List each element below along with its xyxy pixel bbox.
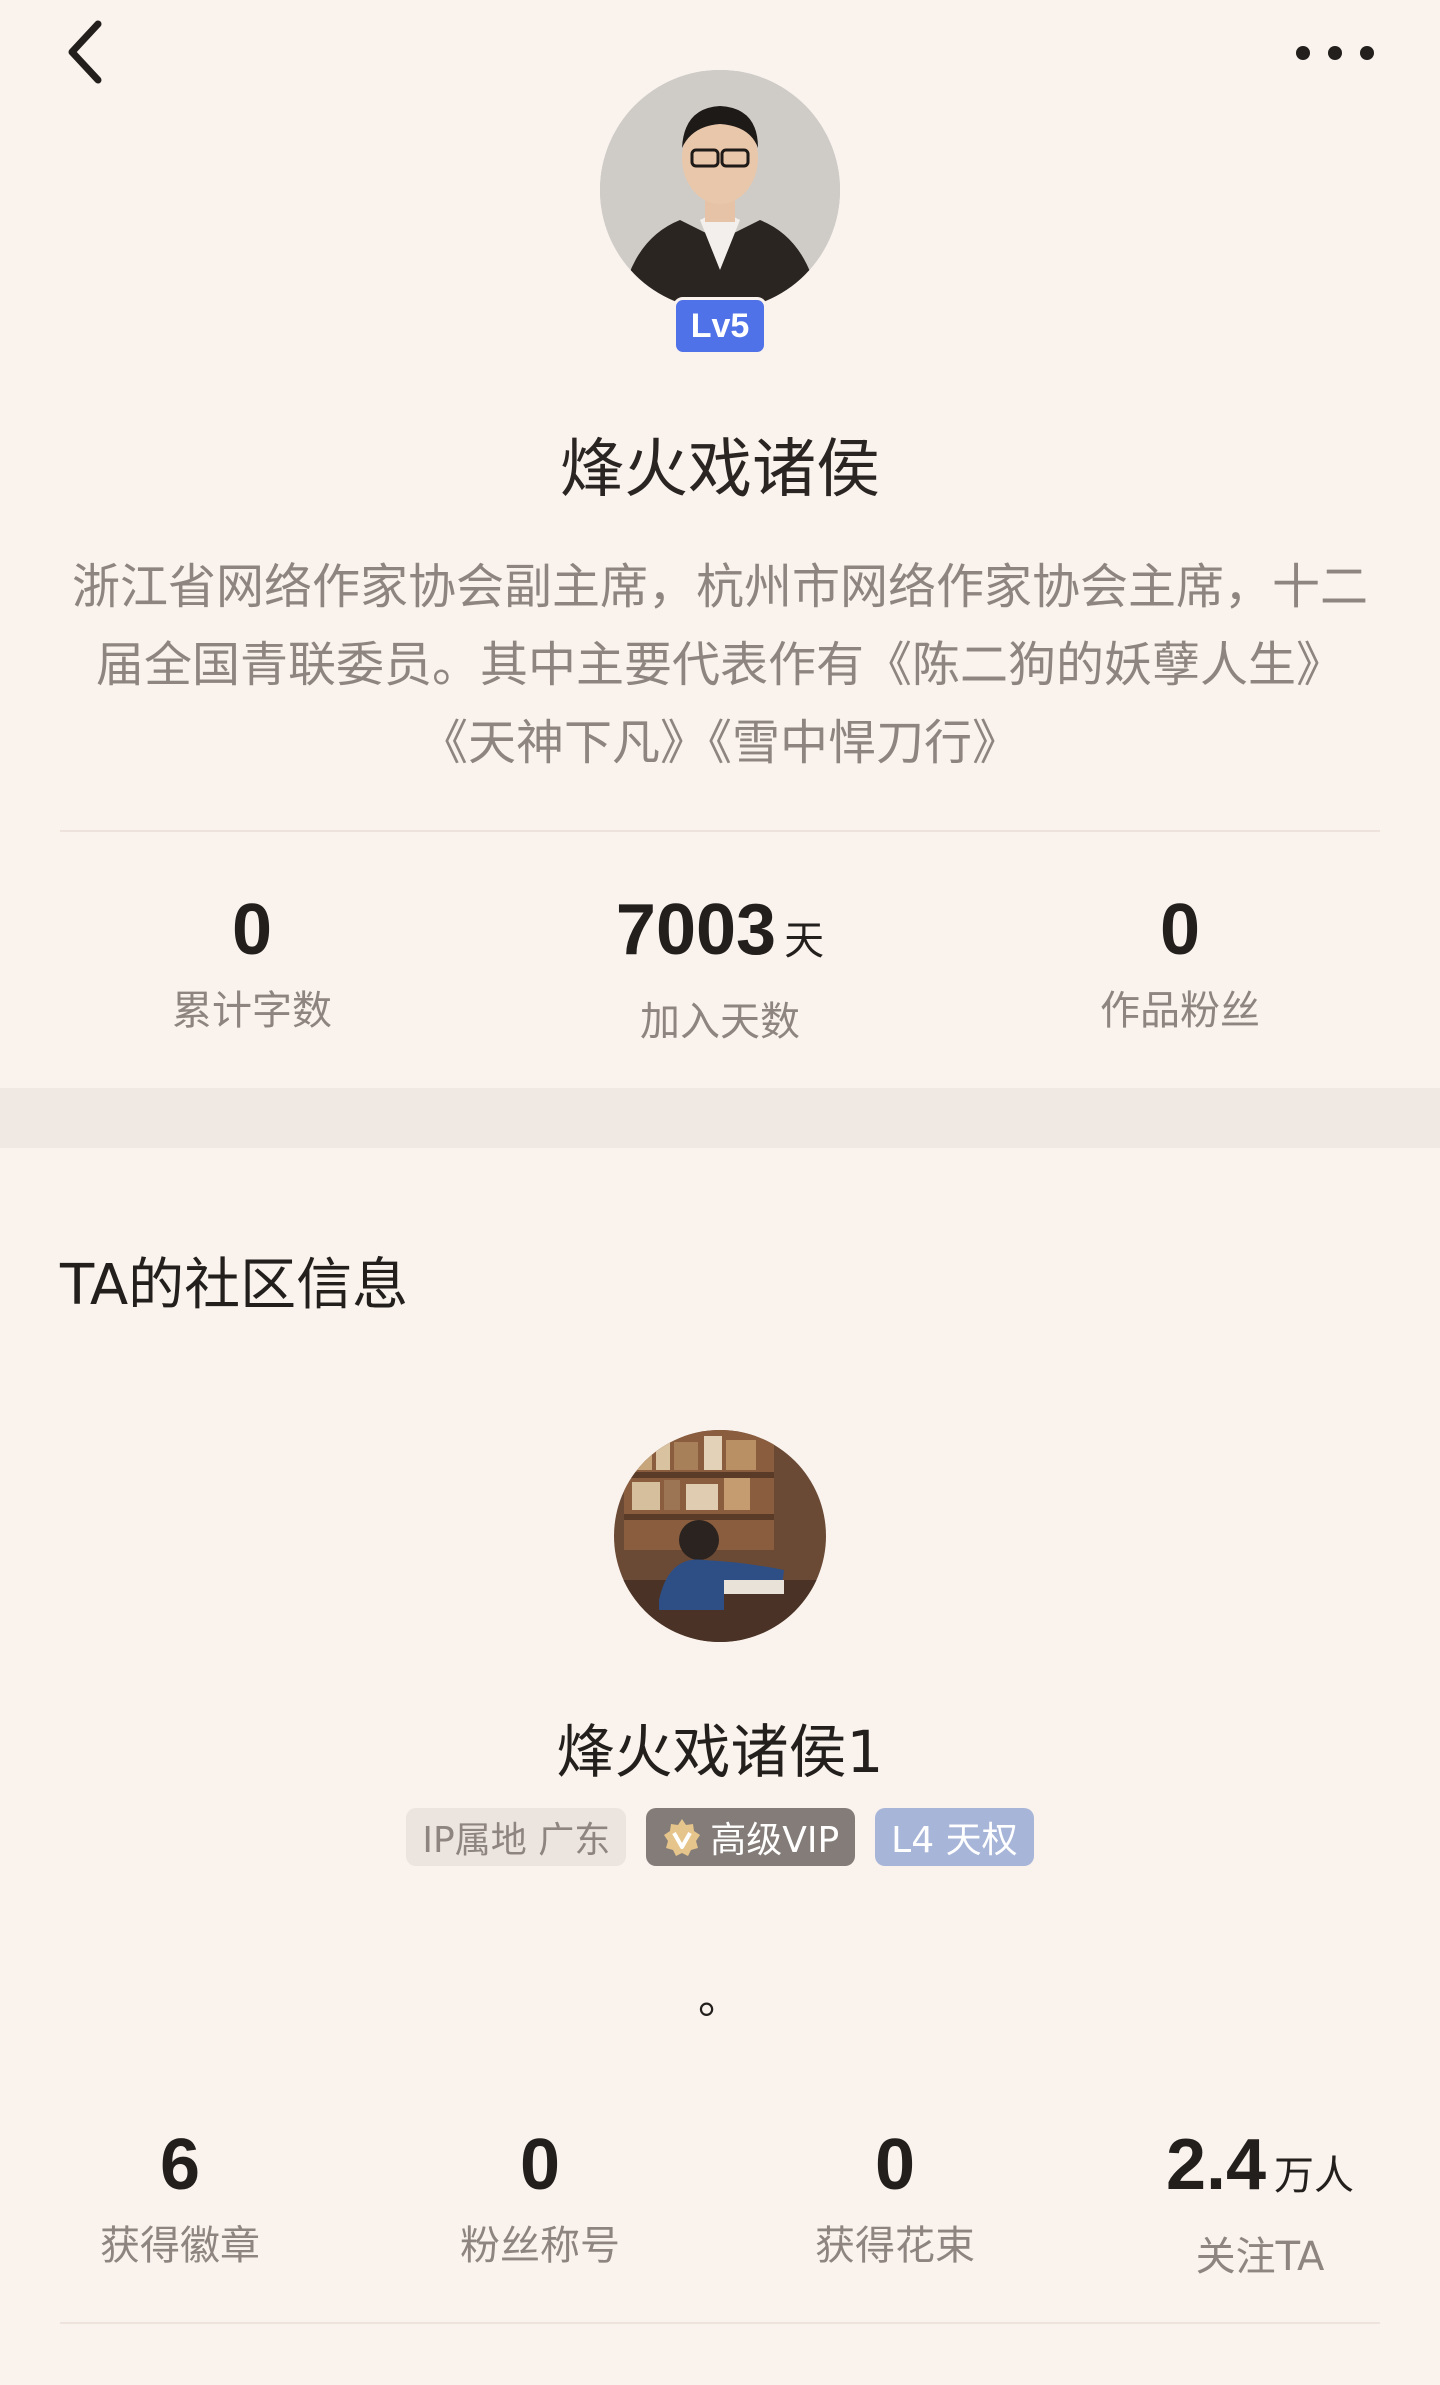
ip-location-label: IP属地 广东 xyxy=(422,1820,611,1861)
community-photo xyxy=(614,1430,826,1642)
stat-label: 获得徽章 xyxy=(100,2223,260,2269)
user-signature: 。 xyxy=(698,1973,742,2024)
author-bio: 浙江省网络作家协会副主席，杭州市网络作家协会主席，十二届全国青联委员。其中主要代… xyxy=(71,559,1368,771)
stat-value: 6 xyxy=(159,2125,201,2205)
stat-join-days: 7003 天 加入天数 xyxy=(570,890,870,1047)
stat-badges[interactable]: 6 获得徽章 xyxy=(30,2125,330,2271)
community-level-label: L4 天权 xyxy=(891,1820,1018,1861)
stat-value: 2.4 万人 xyxy=(1165,2125,1355,2205)
author-photo xyxy=(600,70,840,310)
community-avatar[interactable] xyxy=(614,1430,826,1642)
stat-label: 累计字数 xyxy=(172,988,332,1034)
stat-followers[interactable]: 2.4 万人 关注TA xyxy=(1110,2125,1410,2282)
divider xyxy=(60,830,1380,832)
stat-value: 0 xyxy=(1159,890,1201,970)
section-separator xyxy=(0,1088,1440,1148)
vip-tag[interactable]: 高级VIP xyxy=(646,1808,856,1866)
ip-location-tag: IP属地 广东 xyxy=(406,1808,627,1866)
section-title: TA的社区信息 xyxy=(60,1253,409,1318)
user-tags: IP属地 广东 高级VIP L4 天权 xyxy=(0,1808,1440,1866)
chevron-left-icon xyxy=(68,20,102,84)
stat-value: 0 xyxy=(874,2125,916,2205)
stat-flowers[interactable]: 0 获得花束 xyxy=(745,2125,1045,2271)
stat-fan-titles[interactable]: 0 粉丝称号 xyxy=(390,2125,690,2271)
author-avatar[interactable] xyxy=(600,70,840,310)
stat-value: 0 xyxy=(519,2125,561,2205)
stat-label: 加入天数 xyxy=(640,999,800,1045)
vip-crown-icon xyxy=(664,1819,701,1856)
more-horizontal-icon xyxy=(1296,46,1374,60)
stat-label: 作品粉丝 xyxy=(1100,988,1260,1034)
stat-work-fans: 0 作品粉丝 xyxy=(1030,890,1330,1036)
divider xyxy=(60,2322,1380,2324)
author-name: 烽火戏诸侯 xyxy=(560,433,880,507)
stat-unit: 万人 xyxy=(1274,2154,1355,2198)
back-button[interactable] xyxy=(48,12,120,92)
stat-label: 关注TA xyxy=(1195,2234,1325,2280)
community-level-tag[interactable]: L4 天权 xyxy=(875,1808,1034,1866)
stat-label: 获得花束 xyxy=(815,2223,975,2269)
stat-word-count: 0 累计字数 xyxy=(102,890,402,1036)
more-button[interactable] xyxy=(1280,18,1390,88)
stat-unit: 天 xyxy=(784,919,825,963)
stat-label: 粉丝称号 xyxy=(460,2223,620,2269)
community-username: 烽火戏诸侯1 xyxy=(556,1718,884,1786)
level-badge: Lv5 xyxy=(673,297,767,355)
vip-label: 高级VIP xyxy=(710,1820,840,1861)
stat-value: 0 xyxy=(231,890,273,970)
stat-value: 7003 天 xyxy=(615,890,825,970)
